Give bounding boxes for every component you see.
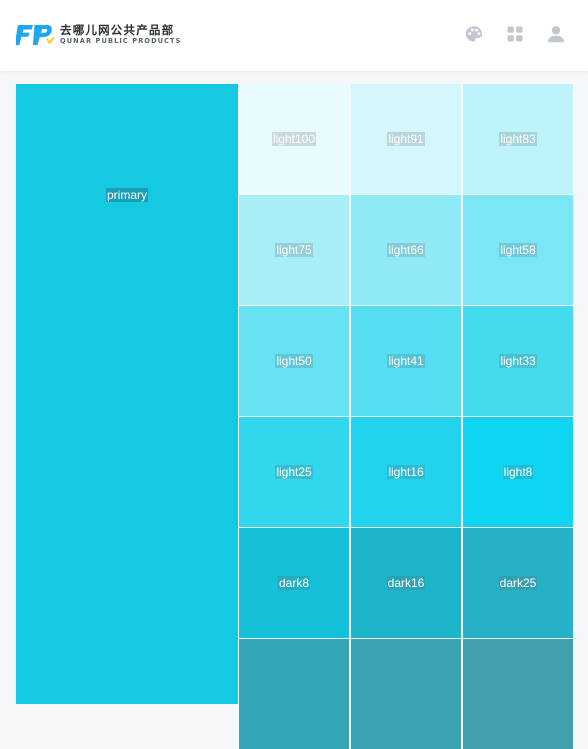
logo-english-text: QUNAR PUBLIC PRODUCTS	[60, 37, 182, 45]
color-swatch[interactable]: light66	[351, 195, 461, 305]
color-swatch[interactable]: dark8	[239, 528, 349, 638]
color-swatch[interactable]	[463, 639, 573, 749]
user-icon[interactable]	[546, 24, 566, 44]
qunar-logo[interactable]: 去哪儿网公共产品部 QUNAR PUBLIC PRODUCTS	[16, 23, 182, 47]
shade-grid: light100 light91 light83 light75 light66 ligh…	[238, 84, 573, 749]
color-swatch[interactable]: dark25	[463, 528, 573, 638]
swatch-label: light41	[387, 354, 425, 368]
apps-grid-icon[interactable]	[505, 24, 525, 44]
swatch-label: light91	[387, 132, 425, 146]
logo-mark-icon	[16, 25, 55, 45]
color-palette: primary light100 light91 light83 light75 lig…	[16, 84, 573, 749]
color-swatch[interactable]	[351, 639, 461, 749]
swatch-label: dark25	[498, 576, 538, 590]
palette-icon[interactable]	[464, 24, 484, 44]
color-swatch[interactable]: light91	[351, 84, 461, 194]
color-swatch[interactable]: light8	[463, 417, 573, 527]
color-swatch[interactable]: light25	[239, 417, 349, 527]
swatch-label: light66	[387, 243, 425, 257]
swatch-label: light83	[499, 132, 537, 146]
swatch-label: light33	[499, 354, 537, 368]
color-swatch[interactable]	[239, 639, 349, 749]
top-header: 去哪儿网公共产品部 QUNAR PUBLIC PRODUCTS	[0, 0, 588, 71]
header-actions	[464, 24, 566, 44]
color-swatch[interactable]: light33	[463, 306, 573, 416]
swatch-label: light75	[275, 243, 313, 257]
color-swatch[interactable]: light83	[463, 84, 573, 194]
swatch-label: dark8	[277, 576, 311, 590]
swatch-label: primary	[105, 188, 148, 202]
swatch-label: light16	[387, 465, 425, 479]
color-swatch[interactable]: light50	[239, 306, 349, 416]
swatch-label: dark16	[386, 576, 426, 590]
color-swatch[interactable]: light41	[351, 306, 461, 416]
primary-swatch[interactable]: primary	[16, 84, 238, 704]
swatch-label: light100	[271, 132, 317, 146]
logo-chinese-text: 去哪儿网公共产品部	[60, 23, 175, 37]
color-swatch[interactable]: light58	[463, 195, 573, 305]
color-swatch[interactable]: light100	[239, 84, 349, 194]
swatch-label: light58	[499, 243, 537, 257]
color-swatch[interactable]: dark16	[351, 528, 461, 638]
color-swatch[interactable]: light16	[351, 417, 461, 527]
swatch-label: light8	[502, 465, 534, 479]
color-swatch[interactable]: light75	[239, 195, 349, 305]
swatch-label: light50	[275, 354, 313, 368]
swatch-label: light25	[275, 465, 313, 479]
